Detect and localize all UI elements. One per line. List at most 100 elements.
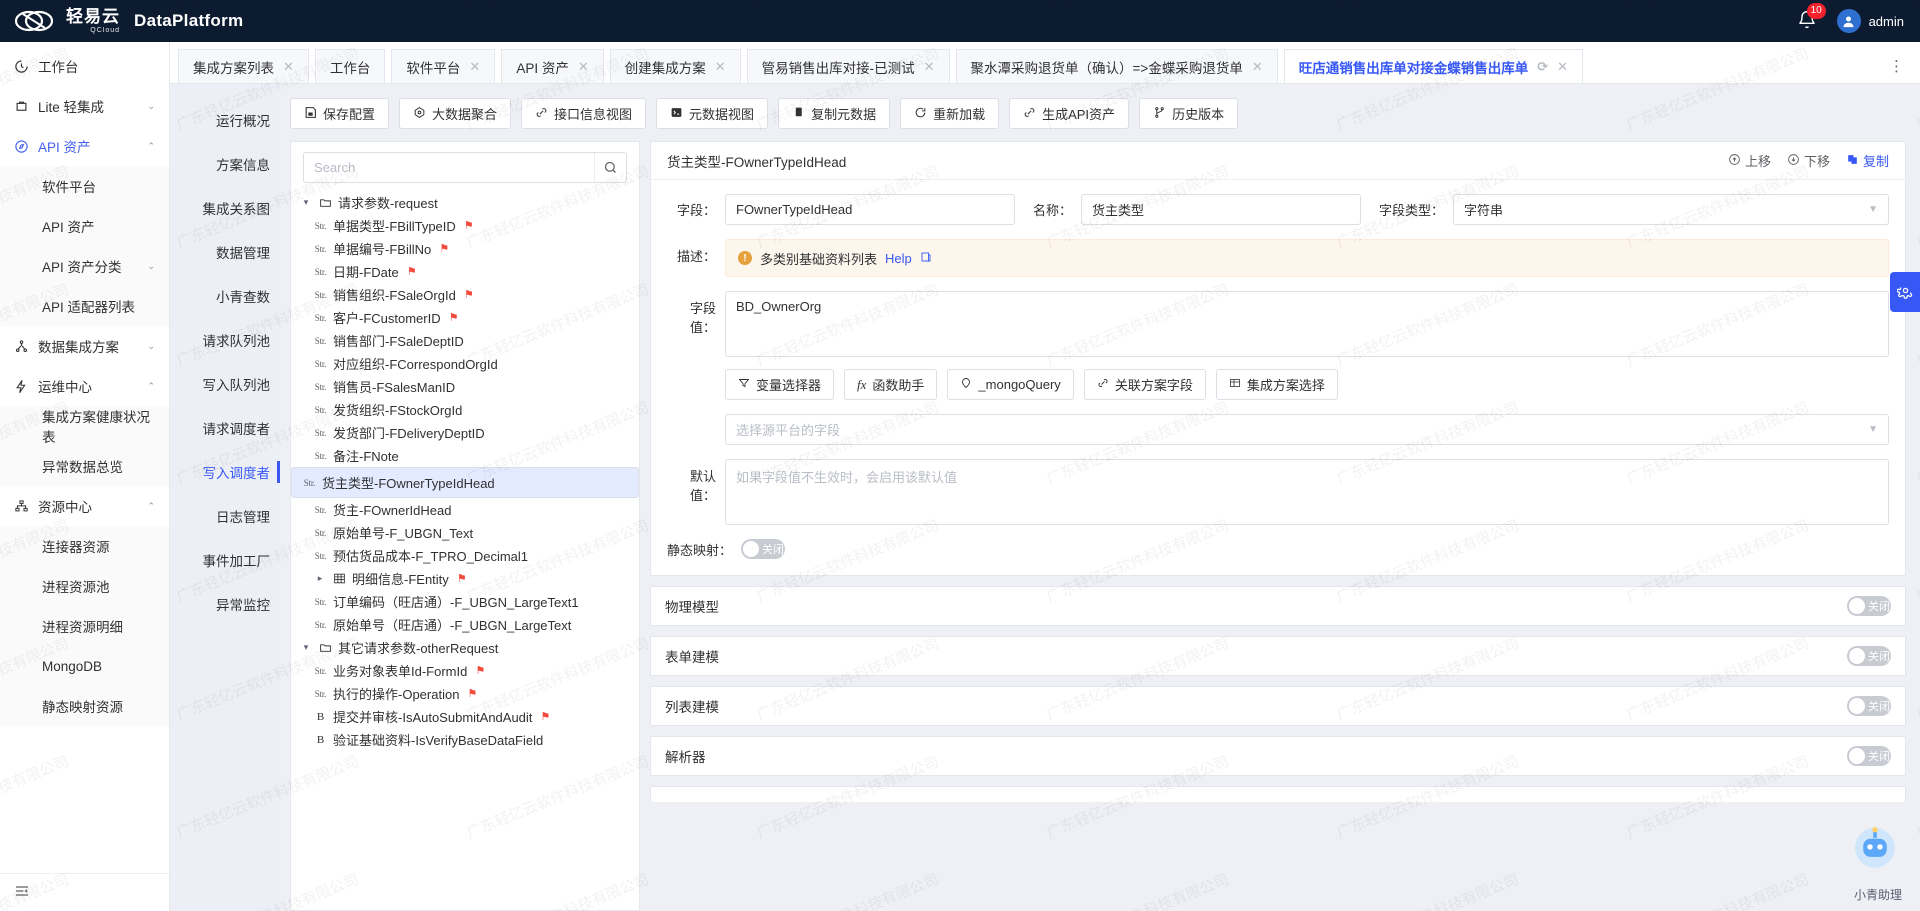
accordion-parser[interactable]: 解析器 关闭 xyxy=(650,736,1906,776)
field-type-select[interactable]: 字符串 ▼ xyxy=(1453,194,1889,225)
section-item-request-queue[interactable]: 请求队列池 xyxy=(170,318,280,362)
section-item-data-mgmt[interactable]: 数据管理 xyxy=(170,230,280,274)
close-icon[interactable]: ✕ xyxy=(715,59,726,75)
sidebar-item-api-category[interactable]: API 资产分类 ⌄ xyxy=(0,246,169,286)
sidebar-item-connector-resource[interactable]: 连接器资源 xyxy=(0,526,169,566)
sidebar-item-ops-center[interactable]: 运维中心 ⌃ xyxy=(0,366,169,406)
tab-integration-list[interactable]: 集成方案列表 ✕ xyxy=(178,49,309,83)
tab-more-icon[interactable]: ⋮ xyxy=(1879,57,1920,83)
sidebar-item-data-integration[interactable]: 数据集成方案 ⌄ xyxy=(0,326,169,366)
tree-node-f-ubgn-largetext1[interactable]: Str. 订单编码（旺店通）-F_UBGN_LargeText1 xyxy=(291,590,639,613)
tree-node-operation[interactable]: Str. 执行的操作-Operation ⚑ xyxy=(291,682,639,705)
accordion-physical-model[interactable]: 物理模型 关闭 xyxy=(650,586,1906,626)
chevron-down-icon[interactable]: ▾ xyxy=(299,197,313,208)
search-box[interactable] xyxy=(303,152,627,183)
tree-node-fowneridhead[interactable]: Str. 货主-FOwnerIdHead xyxy=(291,498,639,521)
chevron-down-icon[interactable]: ▾ xyxy=(299,642,313,653)
sidebar-item-api-asset[interactable]: API 资产 xyxy=(0,206,169,246)
tree-node-fsaleorgid[interactable]: Str. 销售组织-FSaleOrgId ⚑ xyxy=(291,283,639,306)
generate-api-asset-button[interactable]: 生成API资产 xyxy=(1009,98,1129,129)
field-name-input[interactable]: 货主类型 xyxy=(1081,194,1361,225)
reload-button[interactable]: 重新加载 xyxy=(900,98,999,129)
section-item-request-scheduler[interactable]: 请求调度者 xyxy=(170,406,280,450)
section-item-write-queue[interactable]: 写入队列池 xyxy=(170,362,280,406)
default-value-textarea[interactable]: 如果字段值不生效时，会启用该默认值 xyxy=(725,459,1889,525)
tree-node-request[interactable]: ▾ 请求参数-request xyxy=(291,191,639,214)
tab-workbench[interactable]: 工作台 xyxy=(315,49,386,83)
metadata-view-button[interactable]: 元数据视图 xyxy=(656,98,768,129)
tab-create-integration[interactable]: 创建集成方案 ✕ xyxy=(610,49,741,83)
settings-gear-button[interactable] xyxy=(1890,272,1920,312)
tree-node-fentity[interactable]: ▸ 明细信息-FEntity ⚑ xyxy=(291,567,639,590)
sidebar-item-health-table[interactable]: 集成方案健康状况表 xyxy=(0,406,169,446)
sidebar-item-static-map-resource[interactable]: 静态映射资源 xyxy=(0,686,169,726)
tree-node-fownertypeidhead[interactable]: Str. 货主类型-FOwnerTypeIdHead xyxy=(291,467,639,498)
chevron-right-icon[interactable]: ▸ xyxy=(313,573,327,584)
move-down-button[interactable]: 下移 xyxy=(1787,151,1830,170)
related-plan-field-button[interactable]: 关联方案字段 xyxy=(1084,369,1206,400)
sidebar-item-abnormal-data[interactable]: 异常数据总览 xyxy=(0,446,169,486)
list-model-toggle[interactable]: 关闭 xyxy=(1847,696,1891,716)
section-item-log-mgmt[interactable]: 日志管理 xyxy=(170,494,280,538)
sidebar-item-lite[interactable]: Lite 轻集成 ⌄ xyxy=(0,86,169,126)
tree-node-fbilltypeid[interactable]: Str. 单据类型-FBillTypeID ⚑ xyxy=(291,214,639,237)
tab-guanyi-sales-out[interactable]: 管易销售出库对接-已测试 ✕ xyxy=(747,49,950,83)
tab-api-asset[interactable]: API 资产 ✕ xyxy=(501,49,603,83)
sidebar-item-workbench[interactable]: 工作台 xyxy=(0,46,169,86)
tree-node-f-ubgn-largetext[interactable]: Str. 原始单号（旺店通）-F_UBGN_LargeText xyxy=(291,613,639,636)
tree-node-fnote[interactable]: Str. 备注-FNote xyxy=(291,444,639,467)
close-icon[interactable]: ✕ xyxy=(469,59,480,75)
tab-wangdiantong-sales-out[interactable]: 旺店通销售出库单对接金蝶销售出库单 ⟳ ✕ xyxy=(1284,49,1583,83)
tree-node-fstockorgid[interactable]: Str. 发货组织-FStockOrgId xyxy=(291,398,639,421)
collapse-sidebar-icon[interactable] xyxy=(14,883,30,902)
function-helper-button[interactable]: fx 函数助手 xyxy=(844,369,937,400)
user-menu[interactable]: admin xyxy=(1837,9,1904,33)
sidebar-item-mongodb[interactable]: MongoDB xyxy=(0,646,169,686)
help-link[interactable]: Help xyxy=(885,251,912,266)
tab-software-platform[interactable]: 软件平台 ✕ xyxy=(391,49,495,83)
close-icon[interactable]: ✕ xyxy=(578,59,589,75)
field-key-input[interactable]: FOwnerTypeIdHead xyxy=(725,194,1015,225)
assistant-robot-icon[interactable] xyxy=(1844,815,1906,877)
section-item-query[interactable]: 小青查数 xyxy=(170,274,280,318)
logo[interactable]: 轻易云 QCloud xyxy=(14,6,120,36)
tree-node-f-ubgn-text[interactable]: Str. 原始单号-F_UBGN_Text xyxy=(291,521,639,544)
tree-node-isverifybasedatafield[interactable]: B 验证基础资料-IsVerifyBaseDataField xyxy=(291,728,639,751)
history-version-button[interactable]: 历史版本 xyxy=(1139,98,1238,129)
copy-metadata-button[interactable]: 复制元数据 xyxy=(778,98,890,129)
field-value-textarea[interactable]: BD_OwnerOrg xyxy=(725,291,1889,357)
sidebar-item-process-pool[interactable]: 进程资源池 xyxy=(0,566,169,606)
notification-bell-icon[interactable]: 10 xyxy=(1797,10,1819,32)
tree-node-fdeliverydeptid[interactable]: Str. 发货部门-FDeliveryDeptID xyxy=(291,421,639,444)
api-info-view-button[interactable]: 接口信息视图 xyxy=(521,98,646,129)
tree-node-fcustomerid[interactable]: Str. 客户-FCustomerID ⚑ xyxy=(291,306,639,329)
section-item-relation-graph[interactable]: 集成关系图 xyxy=(170,186,280,230)
search-input[interactable] xyxy=(304,160,594,175)
static-map-toggle[interactable]: 关闭 xyxy=(741,539,785,559)
tree-node-fbillno[interactable]: Str. 单据编号-FBillNo ⚑ xyxy=(291,237,639,260)
tree-node-fsalesmanid[interactable]: Str. 销售员-FSalesManID xyxy=(291,375,639,398)
sidebar-item-resource-center[interactable]: 资源中心 ⌃ xyxy=(0,486,169,526)
form-model-toggle[interactable]: 关闭 xyxy=(1847,646,1891,666)
section-item-event-factory[interactable]: 事件加工厂 xyxy=(170,538,280,582)
big-data-aggregate-button[interactable]: 大数据聚合 xyxy=(399,98,511,129)
physical-model-toggle[interactable]: 关闭 xyxy=(1847,596,1891,616)
accordion-form-model[interactable]: 表单建模 关闭 xyxy=(650,636,1906,676)
tree-node-formid[interactable]: Str. 业务对象表单Id-FormId ⚑ xyxy=(291,659,639,682)
section-item-overview[interactable]: 运行概况 xyxy=(170,98,280,142)
sidebar-item-api-assets[interactable]: API 资产 ⌃ xyxy=(0,126,169,166)
section-item-write-scheduler[interactable]: 写入调度者 xyxy=(170,450,280,494)
close-icon[interactable]: ✕ xyxy=(1252,59,1263,75)
save-config-button[interactable]: 保存配置 xyxy=(290,98,389,129)
copy-field-button[interactable]: 复制 xyxy=(1846,151,1889,170)
close-icon[interactable]: ✕ xyxy=(1557,59,1568,75)
section-item-abnormal-monitor[interactable]: 异常监控 xyxy=(170,582,280,626)
mongo-query-button[interactable]: _mongoQuery xyxy=(947,369,1073,400)
tree-node-isautosubmitandaudit[interactable]: B 提交并审核-IsAutoSubmitAndAudit ⚑ xyxy=(291,705,639,728)
move-up-button[interactable]: 上移 xyxy=(1728,151,1771,170)
sidebar-item-software-platform[interactable]: 软件平台 xyxy=(0,166,169,206)
tree-node-fcorrespondorgid[interactable]: Str. 对应组织-FCorrespondOrgId xyxy=(291,352,639,375)
search-icon[interactable] xyxy=(594,153,626,182)
tree-node-fsaledeptid[interactable]: Str. 销售部门-FSaleDeptID xyxy=(291,329,639,352)
sidebar-item-process-detail[interactable]: 进程资源明细 xyxy=(0,606,169,646)
